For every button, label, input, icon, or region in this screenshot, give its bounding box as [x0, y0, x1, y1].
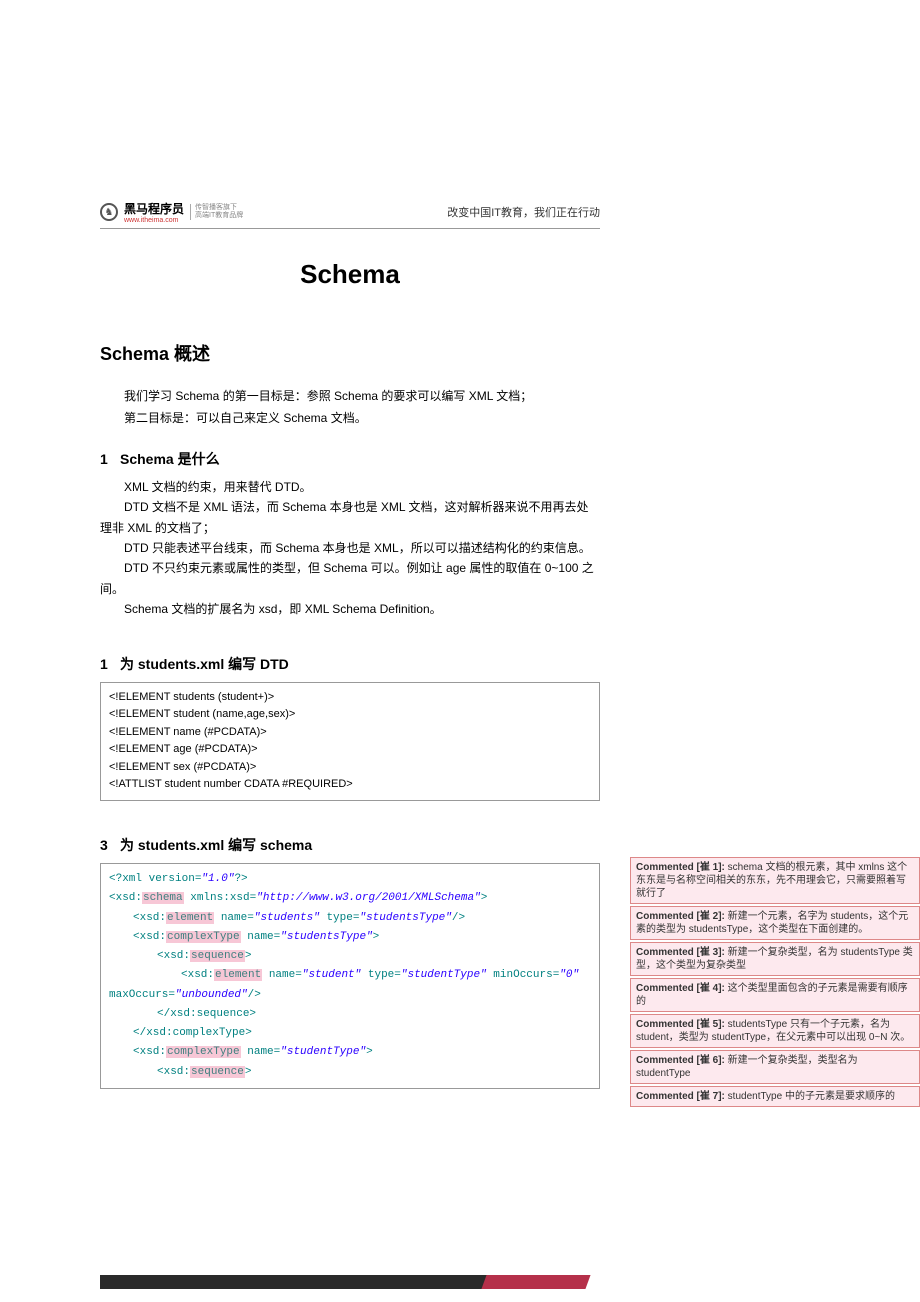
comment-item: Commented [崔 2]: 新建一个元素，名字为 students，这个元… — [630, 906, 920, 940]
logo-text: 黑马程序员 — [124, 200, 184, 217]
dtd-line: <!ELEMENT student (name,age,sex)> — [109, 706, 591, 724]
dtd-line: <!ELEMENT age (#PCDATA)> — [109, 741, 591, 759]
comment-item: Commented [崔 1]: schema 文档的根元素，其中 xmlns … — [630, 857, 920, 904]
logo-block: ♞ 黑马程序员 www.itheima.com 传智播客旗下 高端IT教育品牌 — [100, 200, 243, 224]
xml-line: <xsd:element name="students" type="stude… — [133, 909, 591, 928]
section-overview-heading: Schema 概述 — [100, 340, 600, 366]
section-what-heading: 1Schema 是什么 — [100, 449, 600, 469]
dtd-line: <!ELEMENT name (#PCDATA)> — [109, 724, 591, 742]
what-body: XML 文档的约束，用来替代 DTD。 DTD 文档不是 XML 语法，而 Sc… — [100, 477, 600, 620]
section-dtd-heading: 1为 students.xml 编写 DTD — [100, 654, 600, 674]
document-title: Schema — [100, 259, 600, 290]
xml-line: <xsd:complexType name="studentsType"> — [133, 928, 591, 947]
comment-item: Commented [崔 6]: 新建一个复杂类型，类型名为 studentTy… — [630, 1050, 920, 1084]
comment-item: Commented [崔 5]: studentsType 只有一个子元素，名为… — [630, 1014, 920, 1048]
comment-item: Commented [崔 4]: 这个类型里面包含的子元素是需要有顺序的 — [630, 978, 920, 1012]
footer-bar — [100, 1275, 620, 1289]
dtd-line: <!ELEMENT students (student+)> — [109, 689, 591, 707]
comment-item: Commented [崔 7]: studentType 中的子元素是要求顺序的 — [630, 1086, 920, 1107]
overview-body: 我们学习 Schema 的第一目标是：参照 Schema 的要求可以编写 XML… — [100, 386, 600, 429]
schema-code-box: <?xml version="1.0"?> <xsd:schema xmlns:… — [100, 863, 600, 1089]
xml-line: maxOccurs="unbounded"/> — [109, 986, 591, 1005]
comments-panel: Commented [崔 1]: schema 文档的根元素，其中 xmlns … — [630, 200, 920, 1229]
comment-item: Commented [崔 3]: 新建一个复杂类型，名为 studentsTyp… — [630, 942, 920, 976]
xml-line: <?xml version="1.0"?> — [109, 870, 591, 889]
xml-line: <xsd:element name="student" type="studen… — [181, 966, 591, 985]
xml-line: <xsd:schema xmlns:xsd="http://www.w3.org… — [109, 889, 591, 908]
horse-icon: ♞ — [100, 203, 118, 221]
xml-line: </xsd:sequence> — [157, 1005, 591, 1024]
header-tagline: 改变中国IT教育，我们正在行动 — [447, 204, 600, 220]
xml-line: </xsd:complexType> — [133, 1024, 591, 1043]
dtd-line: <!ELEMENT sex (#PCDATA)> — [109, 759, 591, 777]
page-header: ♞ 黑马程序员 www.itheima.com 传智播客旗下 高端IT教育品牌 … — [100, 200, 600, 229]
section-schema-heading: 3为 students.xml 编写 schema — [100, 835, 600, 855]
dtd-line: <!ATTLIST student number CDATA #REQUIRED… — [109, 776, 591, 794]
logo-url: www.itheima.com — [124, 217, 184, 224]
dtd-code-box: <!ELEMENT students (student+)> <!ELEMENT… — [100, 682, 600, 802]
xml-line: <xsd:sequence> — [157, 947, 591, 966]
logo-subtitle: 传智播客旗下 高端IT教育品牌 — [190, 204, 243, 219]
xml-line: <xsd:complexType name="studentType"> — [133, 1043, 591, 1062]
xml-line: <xsd:sequence> — [157, 1063, 591, 1082]
